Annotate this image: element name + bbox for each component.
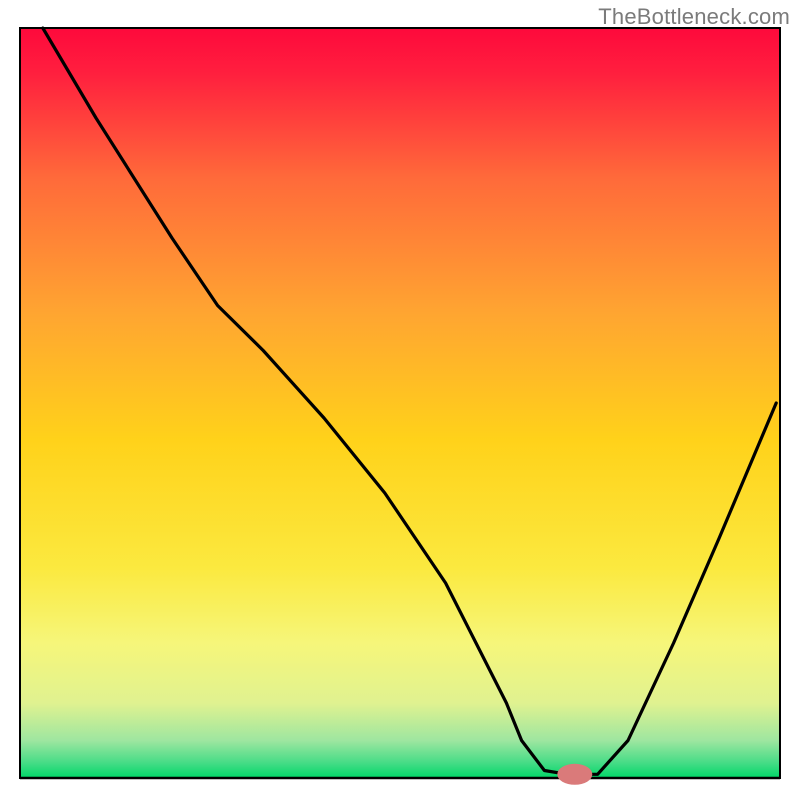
watermark-label: TheBottleneck.com bbox=[598, 4, 790, 30]
optimal-point-marker bbox=[557, 764, 592, 785]
chart-svg bbox=[0, 0, 800, 800]
gradient-background bbox=[20, 28, 780, 778]
chart-container: TheBottleneck.com bbox=[0, 0, 800, 800]
